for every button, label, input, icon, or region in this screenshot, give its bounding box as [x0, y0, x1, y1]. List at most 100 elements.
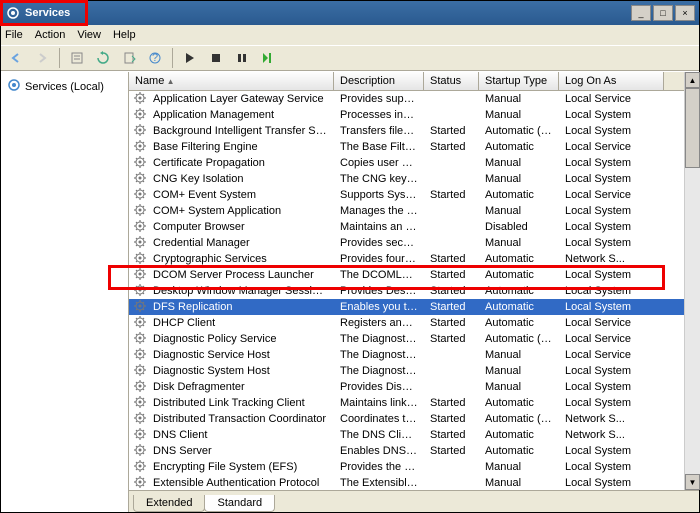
cell-description: The Base Filtering... — [334, 140, 424, 154]
vertical-scrollbar[interactable]: ▲ ▼ — [684, 72, 700, 490]
service-row[interactable]: Base Filtering EngineThe Base Filtering.… — [129, 139, 699, 155]
cell-logon: Network S... — [559, 412, 664, 426]
back-button[interactable] — [5, 47, 27, 69]
menu-help[interactable]: Help — [113, 29, 136, 41]
service-row[interactable]: COM+ Event SystemSupports System ...Star… — [129, 187, 699, 203]
cell-description: The DNS Client se... — [334, 428, 424, 442]
cell-logon: Local System — [559, 364, 664, 378]
menu-file[interactable]: File — [5, 29, 23, 41]
cell-status — [424, 386, 479, 388]
close-button[interactable]: × — [675, 5, 695, 21]
service-row[interactable]: Diagnostic Service HostThe Diagnostic Se… — [129, 347, 699, 363]
menu-action[interactable]: Action — [35, 29, 66, 41]
cell-description: The DCOMLAUNC... — [334, 268, 424, 282]
cell-status — [424, 210, 479, 212]
titlebar[interactable]: Services _ □ × — [1, 1, 699, 25]
cell-name: CNG Key Isolation — [147, 172, 334, 186]
cell-name: Credential Manager — [147, 236, 334, 250]
tree-root-label: Services (Local) — [25, 81, 104, 93]
cell-name: Desktop Window Manager Session Manager — [147, 284, 334, 298]
pause-service-button[interactable] — [231, 47, 253, 69]
tree-pane[interactable]: Services (Local) — [1, 72, 129, 512]
help-button[interactable]: ? — [144, 47, 166, 69]
forward-button[interactable] — [31, 47, 53, 69]
minimize-button[interactable]: _ — [631, 5, 651, 21]
service-row[interactable]: DFS ReplicationEnables you to sy...Start… — [129, 299, 699, 315]
cell-logon: Network S... — [559, 428, 664, 442]
cell-name: Distributed Link Tracking Client — [147, 396, 334, 410]
export-button[interactable] — [118, 47, 140, 69]
cell-status — [424, 482, 479, 484]
gear-icon — [129, 411, 147, 428]
cell-logon: Local System — [559, 220, 664, 234]
scroll-thumb[interactable] — [685, 88, 700, 168]
refresh-button[interactable] — [92, 47, 114, 69]
service-row[interactable]: Application Layer Gateway ServiceProvide… — [129, 91, 699, 107]
gear-icon — [129, 459, 147, 476]
cell-status — [424, 162, 479, 164]
service-row[interactable]: Disk DefragmenterProvides Disk Def...Man… — [129, 379, 699, 395]
cell-startup: Manual — [479, 108, 559, 122]
properties-button[interactable] — [66, 47, 88, 69]
gear-icon — [129, 427, 147, 444]
service-row[interactable]: Diagnostic System HostThe Diagnostic Sy.… — [129, 363, 699, 379]
gear-icon — [129, 139, 147, 156]
cell-startup: Automatic (D... — [479, 412, 559, 426]
maximize-button[interactable]: □ — [653, 5, 673, 21]
service-row[interactable]: Cryptographic ServicesProvides four ma..… — [129, 251, 699, 267]
gear-icon — [129, 283, 147, 300]
service-row[interactable]: Desktop Window Manager Session ManagerPr… — [129, 283, 699, 299]
services-grid[interactable]: Name Description Status Startup Type Log… — [129, 72, 699, 490]
service-row[interactable]: Credential ManagerProvides secure s...Ma… — [129, 235, 699, 251]
tree-root[interactable]: Services (Local) — [5, 76, 124, 97]
menu-view[interactable]: View — [77, 29, 101, 41]
start-service-button[interactable] — [179, 47, 201, 69]
service-row[interactable]: DCOM Server Process LauncherThe DCOMLAUN… — [129, 267, 699, 283]
service-rows: Application Layer Gateway ServiceProvide… — [129, 91, 699, 490]
cell-description: The Diagnostic Sy... — [334, 364, 424, 378]
stop-service-button[interactable] — [205, 47, 227, 69]
cell-logon: Local System — [559, 476, 664, 490]
service-row[interactable]: Computer BrowserMaintains an upd...Disab… — [129, 219, 699, 235]
cell-logon: Local System — [559, 204, 664, 218]
header-log-on-as[interactable]: Log On As — [559, 72, 664, 90]
service-row[interactable]: Extensible Authentication ProtocolThe Ex… — [129, 475, 699, 490]
scroll-up-button[interactable]: ▲ — [685, 72, 700, 88]
body: Services (Local) Name Description Status… — [1, 71, 699, 512]
gear-icon — [129, 235, 147, 252]
cell-startup: Automatic — [479, 284, 559, 298]
service-row[interactable]: CNG Key IsolationThe CNG key isola...Man… — [129, 171, 699, 187]
gear-icon — [129, 123, 147, 140]
cell-description: The Diagnostic Se... — [334, 348, 424, 362]
service-row[interactable]: DNS ClientThe DNS Client se...StartedAut… — [129, 427, 699, 443]
service-row[interactable]: COM+ System ApplicationManages the conf.… — [129, 203, 699, 219]
service-row[interactable]: Background Intelligent Transfer ServiceT… — [129, 123, 699, 139]
cell-name: COM+ Event System — [147, 188, 334, 202]
header-name[interactable]: Name — [129, 72, 334, 90]
service-row[interactable]: DNS ServerEnables DNS clien...StartedAut… — [129, 443, 699, 459]
tab-standard[interactable]: Standard — [204, 495, 275, 512]
cell-logon: Local System — [559, 236, 664, 250]
service-row[interactable]: Diagnostic Policy ServiceThe Diagnostic … — [129, 331, 699, 347]
header-status[interactable]: Status — [424, 72, 479, 90]
header-startup-type[interactable]: Startup Type — [479, 72, 559, 90]
scroll-down-button[interactable]: ▼ — [685, 474, 700, 490]
cell-description: Copies user certifi... — [334, 156, 424, 170]
service-row[interactable]: Distributed Link Tracking ClientMaintain… — [129, 395, 699, 411]
cell-status — [424, 242, 479, 244]
cell-description: Processes installa... — [334, 108, 424, 122]
tab-extended[interactable]: Extended — [133, 495, 205, 512]
window-title: Services — [25, 7, 631, 19]
cell-name: Computer Browser — [147, 220, 334, 234]
restart-service-button[interactable] — [257, 47, 279, 69]
header-description[interactable]: Description — [334, 72, 424, 90]
cell-description: Provides Disk Def... — [334, 380, 424, 394]
service-row[interactable]: DHCP ClientRegisters and up...StartedAut… — [129, 315, 699, 331]
service-row[interactable]: Distributed Transaction CoordinatorCoord… — [129, 411, 699, 427]
service-row[interactable]: Certificate PropagationCopies user certi… — [129, 155, 699, 171]
cell-description: Coordinates trans... — [334, 412, 424, 426]
gear-icon — [129, 363, 147, 380]
service-row[interactable]: Application ManagementProcesses installa… — [129, 107, 699, 123]
cell-logon: Local System — [559, 444, 664, 458]
service-row[interactable]: Encrypting File System (EFS)Provides the… — [129, 459, 699, 475]
